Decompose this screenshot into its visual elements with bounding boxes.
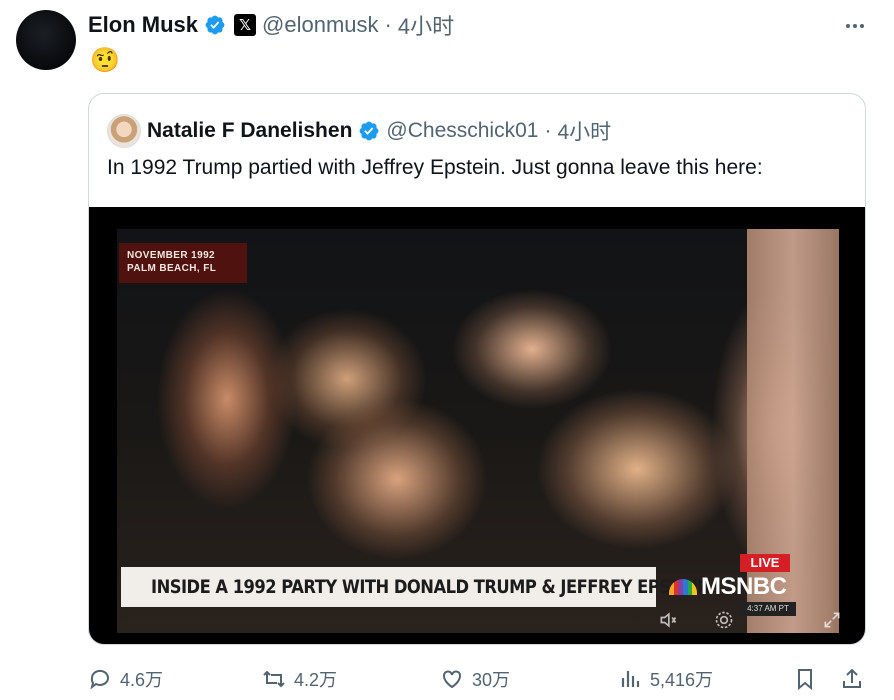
quoted-header: Natalie F Danelishen @Chesschick01 · 4小时 <box>107 114 611 148</box>
view-count: 5,416万 <box>650 670 714 690</box>
repost-icon <box>263 670 285 688</box>
tweet-header: Elon Musk 𝕏 @elonmusk · 4小时 <box>88 10 454 40</box>
x-logo-icon: 𝕏 <box>234 14 257 36</box>
post-text: 🤨 <box>90 47 120 74</box>
author-handle[interactable]: @elonmusk <box>262 12 379 38</box>
reply-icon <box>90 669 109 690</box>
separator-dot: · <box>544 119 552 142</box>
network-logo: MSNBC <box>669 572 787 602</box>
badge-place: PALM BEACH, FL <box>127 263 217 274</box>
share-button[interactable] <box>840 662 864 696</box>
reply-count: 4.6万 <box>120 670 164 690</box>
chyron-text: INSIDE A 1992 PARTY WITH DONALD TRUMP & … <box>151 576 711 598</box>
settings-icon[interactable] <box>711 610 737 632</box>
fullscreen-icon[interactable] <box>819 610 845 632</box>
live-badge: LIVE <box>740 554 790 572</box>
like-count: 30万 <box>472 670 511 690</box>
repost-button[interactable]: 4.2万 <box>262 662 337 696</box>
peacock-icon <box>669 579 697 595</box>
separator-dot: · <box>384 12 392 37</box>
views-icon <box>621 671 640 687</box>
quoted-tweet[interactable]: Natalie F Danelishen @Chesschick01 · 4小时… <box>88 93 866 645</box>
network-name: MSNBC <box>701 573 787 600</box>
post-time[interactable]: 4小时 <box>398 9 454 41</box>
verified-icon <box>360 121 379 141</box>
views-button[interactable]: 5,416万 <box>618 662 713 696</box>
quoted-author-name[interactable]: Natalie F Danelishen <box>147 119 352 143</box>
news-chyron: INSIDE A 1992 PARTY WITH DONALD TRUMP & … <box>121 567 711 607</box>
bookmark-button[interactable] <box>793 662 817 696</box>
quoted-avatar[interactable] <box>107 114 141 148</box>
quoted-handle[interactable]: @Chesschick01 <box>386 119 538 143</box>
bookmark-icon <box>798 669 812 691</box>
badge-date: NOVEMBER 1992 <box>127 250 216 261</box>
verified-icon <box>205 15 225 35</box>
location-badge: NOVEMBER 1992 PALM BEACH, FL <box>119 243 247 283</box>
share-icon <box>843 668 861 688</box>
volume-icon[interactable] <box>655 610 681 632</box>
repost-count: 4.2万 <box>294 670 338 690</box>
reply-button[interactable]: 4.6万 <box>88 662 163 696</box>
like-icon <box>443 670 461 689</box>
quoted-text: In 1992 Trump partied with Jeffrey Epste… <box>107 156 763 179</box>
author-name[interactable]: Elon Musk <box>88 12 198 38</box>
action-bar: 4.6万 4.2万 30万 5,416万 <box>88 662 868 696</box>
more-icon[interactable] <box>842 16 868 36</box>
video-player[interactable]: NOVEMBER 1992 PALM BEACH, FL LIVE INSIDE… <box>89 207 865 644</box>
avatar[interactable] <box>16 10 76 70</box>
broadcast-clock: 4:37 AM PT <box>740 602 796 616</box>
quoted-time[interactable]: 4小时 <box>557 116 611 146</box>
like-button[interactable]: 30万 <box>440 662 510 696</box>
